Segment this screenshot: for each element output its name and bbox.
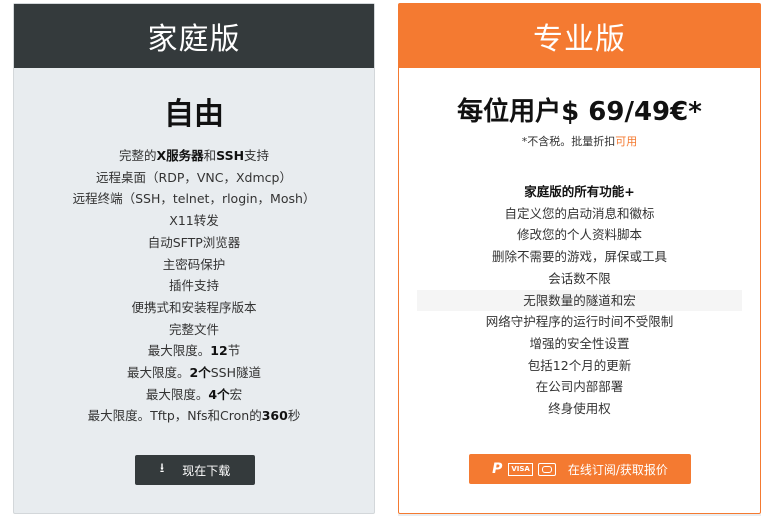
visa-icon: VISA [508, 462, 533, 476]
list-item: 便携式和安装程序版本 [131, 299, 257, 315]
list-item: 插件支持 [168, 278, 219, 294]
list-item: 完整文件 [168, 321, 219, 337]
list-item: 最大限度。12节 [147, 343, 241, 359]
payment-icons: P VISA [492, 461, 556, 477]
download-button[interactable]: ⭳ 现在下载 [135, 455, 255, 485]
home-edition-price: 自由 [164, 97, 224, 132]
home-edition-card: 家庭版 自由 完整的X服务器和SSH支持 远程桌面（RDP，VNC，Xdmcp）… [13, 3, 375, 514]
list-item: 无限数量的隧道和宏 [417, 289, 742, 312]
list-item: 会话数不限 [548, 270, 611, 286]
tax-note: *不含税。批量折扣可用 [521, 135, 638, 148]
list-item: 自动SFTP浏览器 [147, 234, 241, 250]
list-item: 远程桌面（RDP，VNC，Xdmcp） [96, 169, 292, 185]
list-item: 包括12个月的更新 [527, 357, 632, 373]
subscribe-quote-label: 在线订阅/获取报价 [567, 462, 668, 477]
home-edition-title: 家庭版 [14, 4, 374, 68]
list-item: 最大限度。2个SSH隧道 [127, 365, 261, 381]
subscribe-quote-button[interactable]: P VISA 在线订阅/获取报价 [469, 454, 691, 484]
features-header: 家庭版的所有功能+ [524, 184, 635, 199]
list-item: 删除不需要的游戏，屏保或工具 [491, 249, 667, 265]
list-item: 修改您的个人资料脚本 [516, 227, 642, 243]
pro-edition-card: 专业版 每位用户$ 69/49€* *不含税。批量折扣可用 家庭版的所有功能+ … [398, 3, 761, 514]
list-item: 在公司内部部署 [535, 379, 624, 395]
list-item: 远程终端（SSH，telnet，rlogin，Mosh） [72, 191, 316, 207]
pro-edition-price: 每位用户$ 69/49€* [457, 97, 702, 127]
list-item: 终身使用权 [548, 401, 611, 417]
download-icon: ⭳ [159, 461, 165, 476]
list-item: 最大限度。4个宏 [145, 386, 243, 402]
list-item: 最大限度。Tftp，Nfs和Cron的360秒 [87, 408, 301, 424]
list-item: 主密码保护 [162, 256, 226, 272]
list-item: 网络守护程序的运行时间不受限制 [485, 314, 674, 330]
volume-discount-link[interactable]: 可用 [615, 135, 637, 148]
pro-edition-title: 专业版 [399, 4, 760, 68]
mastercard-icon [537, 462, 556, 476]
list-item: X11转发 [169, 213, 219, 229]
list-item: 增强的安全性设置 [529, 335, 630, 351]
home-feature-list: 完整的X服务器和SSH支持 远程桌面（RDP，VNC，Xdmcp） 远程终端（S… [14, 145, 374, 427]
list-item: 完整的X服务器和SSH支持 [118, 148, 270, 163]
pro-feature-list: 家庭版的所有功能+ 自定义您的启动消息和徽标 修改您的个人资料脚本 删除不需要的… [399, 181, 760, 420]
download-button-label: 现在下载 [182, 463, 231, 478]
paypal-icon: P [492, 461, 503, 477]
list-item: 自定义您的启动消息和徽标 [504, 205, 655, 221]
